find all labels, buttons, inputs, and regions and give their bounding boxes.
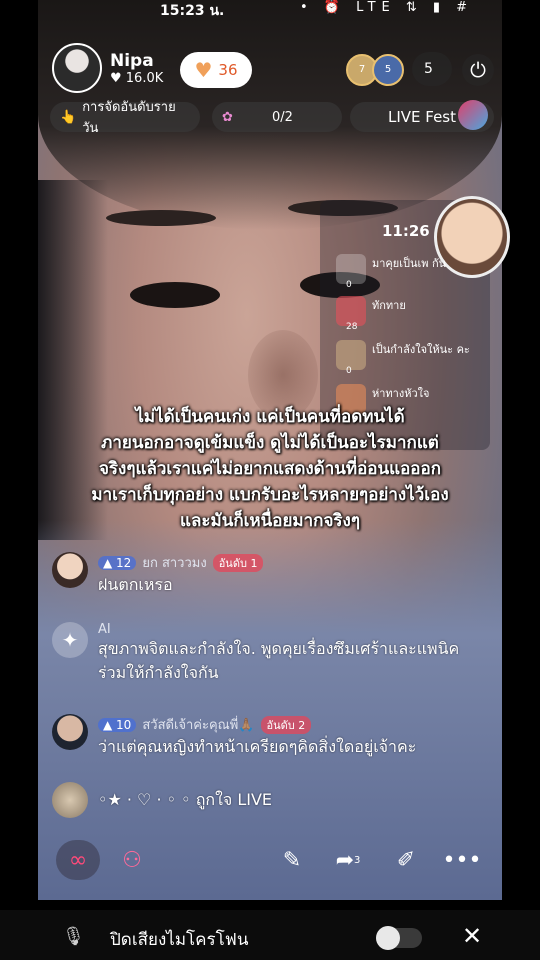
live-fest-label: LIVE Fest — [387, 108, 457, 126]
share-count: 3 — [354, 854, 361, 866]
guests-icon[interactable]: ⚇ — [114, 842, 150, 878]
level-badge: ▲ 10 — [98, 717, 137, 732]
commenter-name: สวัสดีเจ้าค่ะคุณพี่🙏🏽 — [142, 718, 255, 733]
mic-off-icon: 🎙 — [62, 926, 85, 947]
caption-line: ไม่ได้เป็นคนเก่ง แค่เป็นคนที่อดทนได้ — [135, 407, 405, 427]
like-button[interactable]: ♥ 36 — [180, 52, 252, 88]
comment-icon[interactable]: ✎ — [274, 842, 310, 878]
more-icon[interactable]: ••• — [443, 842, 482, 878]
side-item-text: เป็นกำลังใจให้นะ คะ — [372, 343, 470, 356]
mic-bar: 🎙 ปิดเสียงไมโครโฟน ✕ — [0, 910, 540, 960]
ai-icon: ✦ — [52, 622, 88, 658]
like-count: 36 — [218, 61, 238, 79]
comment-text: ฝนตกเหรอ — [98, 575, 173, 594]
commenter-name: AI — [98, 622, 111, 637]
fest-badge-icon[interactable] — [458, 100, 488, 130]
comment-text: สุขภาพจิตและกำลังใจ. พูดคุยเรื่องซึมเศร้… — [98, 639, 460, 682]
magic-wand-icon[interactable]: ✐ — [388, 842, 424, 878]
host-avatar[interactable] — [52, 43, 102, 93]
caption-line: ภายนอกอาจดูเข้มแข็ง ดูไม่ได้เป็นอะไรมากแ… — [101, 433, 439, 453]
caption-text: ไม่ได้เป็นคนเก่ง แค่เป็นคนที่อดทนได้ ภาย… — [0, 404, 540, 534]
link-icon[interactable]: ∞ — [56, 840, 100, 880]
heart-icon: ♥ — [194, 58, 213, 82]
comment-item[interactable]: ▲ 12 ยก สาววมง อันดับ 1 ฝนตกเหรอ — [52, 552, 492, 597]
music-icon: 0 — [336, 254, 366, 290]
gift-icon: ✿ — [222, 109, 233, 125]
side-item-text: มาคุยเป็นเพ กัน — [372, 257, 447, 270]
caption-line: มาเราเก็บทุกอย่าง แบกรับอะไรหลายๆอย่างไว… — [91, 485, 449, 505]
mute-mic-toggle[interactable] — [376, 926, 422, 950]
commenter-avatar[interactable] — [52, 714, 88, 750]
bottom-toolbar: ∞ ⚇ ✎ ➦ 3 ✐ ••• — [38, 832, 502, 888]
comment-text: ว่าแต่คุณหญิงทำหน้าเครียดๆคิดสิ่งใดอยู่เ… — [98, 737, 417, 756]
side-panel-time: 11:26 — [382, 222, 430, 240]
fire-icon: 👆 — [60, 109, 77, 125]
side-item-text: ทักทาย — [372, 299, 406, 312]
cat-icon: 0 — [336, 340, 366, 376]
host-likes: ♥ 16.0K — [110, 70, 164, 86]
ranking-label: การจัดอันดับรายวัน — [82, 100, 176, 136]
close-icon[interactable]: ✕ — [462, 922, 482, 950]
side-item-text: ห่าทางหัวใจ — [372, 387, 430, 400]
level-badge: ▲ 12 — [98, 555, 137, 570]
comment-item[interactable]: ◦★ · ♡ · ◦ ◦ ถูกใจ LIVE — [52, 782, 492, 818]
side-item[interactable]: 0 เป็นกำลังใจให้นะ คะ — [336, 340, 486, 376]
commenter-avatar[interactable] — [52, 782, 88, 818]
status-bar: 15:23 น. • ⏰ LTE ⇅ ▮ # — [0, 0, 540, 20]
viewer-avatar[interactable]: 5 — [372, 54, 404, 86]
gift-progress: 0/2 — [271, 109, 293, 125]
host-name: Nipa — [110, 50, 154, 71]
top-viewers[interactable]: 7 5 — [346, 54, 404, 86]
viewer-count[interactable]: 5 — [412, 52, 452, 86]
side-item[interactable]: 0 มาคุยเป็นเพ กัน — [336, 254, 486, 290]
status-icons: • ⏰ LTE ⇅ ▮ # — [300, 0, 474, 15]
side-item[interactable]: 28 ทักทาย — [336, 296, 486, 332]
gift-goal-button[interactable]: ✿ 0/2 — [212, 102, 342, 132]
comment-item[interactable]: ▲ 10 สวัสดีเจ้าค่ะคุณพี่🙏🏽 อันดับ 2 ว่าแ… — [52, 714, 492, 759]
caption-line: และมันก็เหนื่อยมากจริงๆ — [179, 511, 360, 531]
comment-item[interactable]: ✦ AI สุขภาพจิตและกำลังใจ. พูดคุยเรื่องซึ… — [52, 622, 492, 685]
rose-icon: 28 — [336, 296, 366, 332]
commenter-avatar[interactable] — [52, 552, 88, 588]
host-profile[interactable]: Nipa ♥ 16.0K — [52, 43, 164, 93]
commenter-name: ยก สาววมง — [142, 556, 207, 571]
rank-badge: อันดับ 1 — [212, 553, 264, 572]
daily-ranking-button[interactable]: 👆 การจัดอันดับรายวัน — [50, 100, 200, 136]
join-text: ◦★ · ♡ · ◦ ◦ ถูกใจ LIVE — [98, 790, 273, 809]
power-icon[interactable]: ⏻ — [462, 54, 494, 86]
caption-line: จริงๆแล้วเราแค่ไม่อยากแสดงด้านที่อ่อนแออ… — [98, 459, 442, 479]
rank-badge: อันดับ 2 — [260, 715, 312, 734]
mute-mic-label: ปิดเสียงไมโครโฟน — [110, 930, 249, 950]
status-time: 15:23 น. — [160, 3, 225, 19]
share-icon[interactable]: ➦ 3 — [330, 842, 366, 878]
